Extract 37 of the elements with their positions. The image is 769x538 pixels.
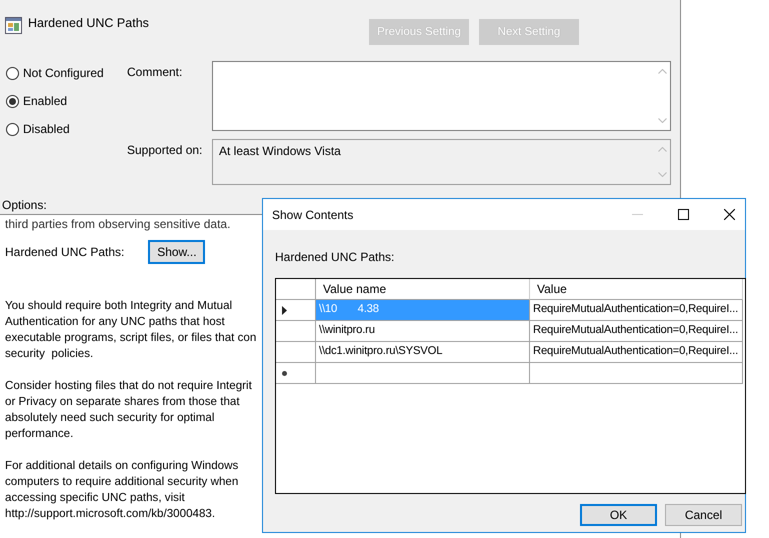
table-cell[interactable]: RequireMutualAuthentication=0,RequireI... bbox=[530, 300, 743, 321]
policy-icon bbox=[5, 17, 22, 34]
table-cell[interactable] bbox=[316, 363, 530, 384]
field-label: Supported on: bbox=[127, 142, 204, 159]
radio-option[interactable]: Not Configured bbox=[6, 66, 127, 80]
window-title: Hardened UNC Paths bbox=[28, 16, 150, 30]
dialog-button[interactable]: Cancel bbox=[665, 504, 742, 526]
dialog-button[interactable]: OK bbox=[580, 504, 657, 526]
help-paragraph: Consider hosting files that do not require Integrit or Privacy on separate shares from those that absolutely need such security for optimal performance. bbox=[5, 378, 253, 442]
field-label: Comment: bbox=[127, 64, 184, 81]
table-cell[interactable]: \\dc1.winitpro.ru\SYSVOL bbox=[316, 342, 530, 363]
dialog-title: Show Contents bbox=[272, 208, 354, 222]
help-paragraph: For additional details on configuring Windows computers to require additional security when accessing specific UNC paths, visit http://support.microsoft.com/kb/3000483. bbox=[5, 458, 240, 522]
scroll-down-icon[interactable] bbox=[658, 118, 666, 123]
scroll-down-icon[interactable] bbox=[658, 172, 666, 177]
close-icon[interactable] bbox=[724, 209, 735, 220]
radio-option[interactable]: Enabled bbox=[6, 94, 127, 108]
maximize-icon[interactable] bbox=[678, 209, 689, 220]
new-row-icon bbox=[282, 370, 287, 376]
table-cell[interactable]: RequireMutualAuthentication=0,RequireI... bbox=[530, 321, 743, 342]
option-label: Hardened UNC Paths: bbox=[5, 245, 124, 259]
show-button[interactable]: Show... bbox=[148, 240, 206, 264]
column-header[interactable]: Value bbox=[530, 279, 743, 300]
comment-field[interactable] bbox=[212, 61, 671, 131]
scroll-up-icon[interactable] bbox=[658, 147, 666, 152]
table-cell[interactable]: RequireMutualAuthentication=0,RequireI... bbox=[530, 342, 743, 363]
scroll-up-icon[interactable] bbox=[658, 69, 666, 74]
section-label: Options: bbox=[2, 198, 48, 212]
list-label: Hardened UNC Paths: bbox=[275, 250, 396, 264]
supported-on-field: At least Windows Vista bbox=[212, 139, 671, 185]
row-header[interactable] bbox=[276, 363, 316, 384]
header-corner bbox=[276, 279, 316, 300]
option-text: third parties from observing sensitive data. bbox=[5, 217, 230, 231]
radio-option[interactable]: Disabled bbox=[6, 122, 127, 136]
help-paragraph: You should require both Integrity and Mutual Authentication for any UNC paths that host executable programs, script files, or files that con security policies. bbox=[5, 298, 258, 362]
table-cell[interactable] bbox=[530, 363, 743, 384]
table-cell[interactable]: \\winitpro.ru bbox=[316, 321, 530, 342]
